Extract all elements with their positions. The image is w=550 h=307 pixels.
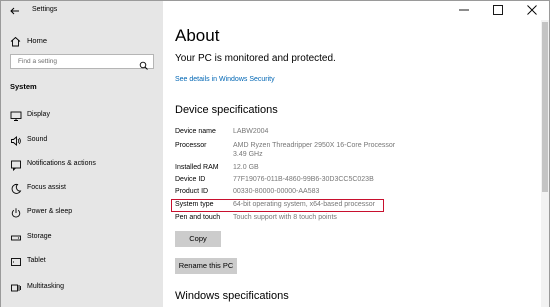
speaker-icon [10,134,22,146]
search-placeholder: Find a setting [18,58,58,65]
sidebar-item-label: Tablet [27,257,46,264]
power-icon [10,206,22,218]
spec-label-device-name: Device name [175,128,216,135]
multitasking-icon [10,281,22,293]
maximize-button[interactable] [481,0,515,20]
sidebar-item-power-sleep[interactable]: Power & sleep [1,202,163,222]
spec-value-processor: AMD Ryzen Threadripper 2950X 16-Core Pro… [233,142,396,149]
spec-label-device-id: Device ID [175,176,206,183]
sidebar: Settings Home Find a setting System Disp… [1,1,163,307]
window-border-left [0,0,1,307]
tablet-icon [10,255,22,267]
close-icon [527,5,537,15]
spec-value-installed-ram: 12.0 GB [233,164,259,171]
sidebar-item-label: Power & sleep [27,208,73,215]
sidebar-item-label: Storage [27,233,52,240]
sidebar-item-label: Display [27,111,50,118]
spec-value-pen-touch: Touch support with 8 touch points [233,214,337,221]
sidebar-item-notifications[interactable]: Notifications & actions [1,154,163,174]
maximize-icon [493,5,503,15]
back-arrow-icon[interactable] [9,5,21,17]
sidebar-section-heading: System [10,82,37,91]
scrollbar-thumb[interactable] [542,22,548,192]
copy-button[interactable]: Copy [175,231,221,247]
spec-label-system-type: System type [175,201,214,208]
windows-security-link[interactable]: See details in Windows Security [175,76,275,83]
moon-icon [10,182,22,194]
sidebar-item-sound[interactable]: Sound [1,130,163,150]
spec-label-processor: Processor [175,142,207,149]
sidebar-item-label: Sound [27,136,48,143]
home-icon [10,34,21,52]
close-button[interactable] [515,0,549,20]
sidebar-item-home[interactable]: Home [1,30,163,50]
spec-label-installed-ram: Installed RAM [175,164,219,171]
spec-value-device-name: LABW2004 [233,128,269,135]
protection-status: Your PC is monitored and protected. [175,53,336,64]
spec-value-product-id: 00330-80000-00000-AA583 [233,188,320,195]
display-icon [10,109,22,121]
spec-value-processor-speed: 3.49 GHz [233,151,263,158]
sidebar-item-multitasking[interactable]: Multitasking [1,277,163,297]
sidebar-item-label: Focus assist [27,184,66,191]
rename-pc-button[interactable]: Rename this PC [175,258,237,274]
sidebar-item-label: Multitasking [27,283,64,290]
titlebar: Settings [1,1,163,21]
windows-specifications-heading: Windows specifications [175,290,289,302]
app-title: Settings [32,6,58,13]
minimize-icon [459,9,469,11]
notifications-icon [10,158,22,172]
search-icon[interactable] [139,57,148,75]
device-specifications-heading: Device specifications [175,104,278,116]
home-label: Home [27,36,48,45]
sidebar-item-focus-assist[interactable]: Focus assist [1,178,163,198]
minimize-button[interactable] [447,0,481,20]
sidebar-item-display[interactable]: Display [1,105,163,125]
spec-value-device-id: 77F19076-011B-4860-99B6-30D3CC5C023B [233,176,374,183]
spec-value-system-type: 64-bit operating system, x64-based proce… [233,201,376,208]
spec-label-pen-touch: Pen and touch [175,214,221,221]
storage-icon [10,231,22,243]
sidebar-item-label: Notifications & actions [27,160,96,167]
spec-label-product-id: Product ID [175,188,209,195]
page-title: About [175,26,220,45]
search-input[interactable]: Find a setting [10,54,154,70]
sidebar-item-storage[interactable]: Storage [1,227,163,247]
sidebar-item-tablet[interactable]: Tablet [1,251,163,271]
